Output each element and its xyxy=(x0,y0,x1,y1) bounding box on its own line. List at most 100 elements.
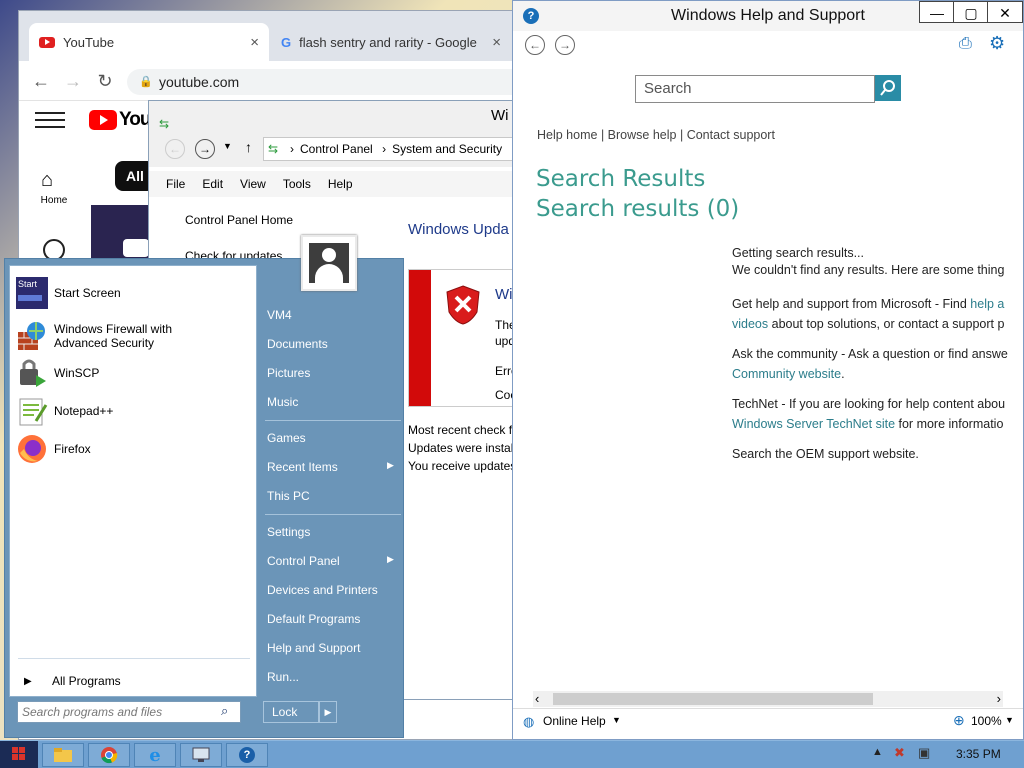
technet-site-link[interactable]: Windows Server TechNet site xyxy=(732,417,895,431)
menu-tools[interactable]: Tools xyxy=(283,171,311,197)
start-right-default-programs[interactable]: Default Programs xyxy=(267,607,401,631)
technet-paragraph: TechNet - If you are looking for help co… xyxy=(732,397,1006,411)
start-item-notepadpp[interactable]: Notepad++ xyxy=(16,394,113,428)
start-right-control-panel[interactable]: Control Panel xyxy=(267,549,401,573)
all-programs-button[interactable]: ▶ All Programs xyxy=(24,664,121,698)
videos-link[interactable]: videos xyxy=(732,317,768,331)
help-link[interactable]: help a xyxy=(970,297,1004,311)
start-right-games[interactable]: Games xyxy=(267,426,401,450)
submenu-arrow-icon: ▶ xyxy=(387,460,394,470)
internet-explorer-taskbar-icon[interactable]: e xyxy=(134,743,176,767)
triangle-right-icon: ▶ xyxy=(24,675,32,687)
hamburger-menu-icon[interactable] xyxy=(35,109,65,129)
alert-title: Wi xyxy=(495,286,513,303)
chevron-down-icon[interactable]: ▼ xyxy=(612,715,621,725)
close-button[interactable]: ✕ xyxy=(987,1,1023,23)
start-item-label: Advanced Security xyxy=(54,336,155,350)
maximize-button[interactable]: ▢ xyxy=(953,1,989,23)
cp-titlebar: ⇆ Wi xyxy=(149,101,517,131)
print-icon[interactable]: ⎙ xyxy=(959,35,972,53)
tray-show-hidden-icon[interactable]: ▲ xyxy=(872,746,883,758)
breadcrumb-control-panel[interactable]: Control Panel xyxy=(300,142,373,156)
firewall-icon xyxy=(16,320,48,352)
user-avatar[interactable] xyxy=(301,235,357,291)
tab-google-search[interactable]: G flash sentry and rarity - Google S × xyxy=(271,23,511,61)
start-item-firewall[interactable]: Windows Firewall with Advanced Security xyxy=(16,316,172,356)
search-icon[interactable]: ⌕ xyxy=(221,703,228,719)
lock-button[interactable]: Lock xyxy=(263,701,319,723)
breadcrumb[interactable]: ⇆ › Control Panel › System and Security xyxy=(263,137,523,161)
help-taskbar-icon[interactable]: ? xyxy=(226,743,268,767)
status-line: Most recent check f xyxy=(408,423,513,437)
chrome-taskbar-icon[interactable] xyxy=(88,743,130,767)
taskbar-clock[interactable]: 3:35 PM xyxy=(956,747,1001,761)
history-dropdown-icon[interactable]: ▼ xyxy=(223,141,232,151)
contact-support-link[interactable]: Contact support xyxy=(687,128,775,142)
start-right-recent-items[interactable]: Recent Items xyxy=(267,455,401,479)
start-right-devices-printers[interactable]: Devices and Printers xyxy=(267,578,401,602)
help-paragraph: videos about top solutions, or contact a… xyxy=(732,317,1005,331)
tab-title: YouTube xyxy=(63,34,115,50)
help-home-link[interactable]: Help home xyxy=(537,128,597,142)
minimize-button[interactable]: — xyxy=(919,1,955,23)
start-item-start-screen[interactable]: Start Start Screen xyxy=(16,276,121,310)
url-text: youtube.com xyxy=(159,74,240,90)
start-item-firefox[interactable]: Firefox xyxy=(16,432,91,466)
start-right-settings[interactable]: Settings xyxy=(267,520,401,544)
cp-home-link[interactable]: Control Panel Home xyxy=(185,213,293,227)
start-right-help-support[interactable]: Help and Support xyxy=(267,636,401,660)
update-alert-box: Wi The upd Erro Coc xyxy=(408,269,520,407)
start-right-music[interactable]: Music xyxy=(267,390,401,414)
start-item-label: Start Screen xyxy=(54,286,121,300)
help-forward-icon[interactable]: → xyxy=(555,35,575,55)
search-button[interactable] xyxy=(875,75,901,101)
winscp-icon xyxy=(16,357,48,389)
start-item-winscp[interactable]: WinSCP xyxy=(16,356,99,390)
forward-arrow-icon[interactable]: → xyxy=(63,71,83,91)
back-icon[interactable]: ← xyxy=(165,139,185,159)
start-right-pictures[interactable]: Pictures xyxy=(267,361,401,385)
chrome-toolbar: ← → ↻ 🔒 youtube.com xyxy=(19,61,527,101)
home-icon[interactable]: ⌂ xyxy=(41,169,67,193)
browse-help-link[interactable]: Browse help xyxy=(608,128,677,142)
lock-icon: 🔒 xyxy=(139,76,153,88)
help-back-icon[interactable]: ← xyxy=(525,35,545,55)
tab-youtube[interactable]: YouTube × xyxy=(29,23,269,61)
help-search-input[interactable]: Search xyxy=(635,75,875,103)
menu-view[interactable]: View xyxy=(240,171,266,197)
menu-file[interactable]: File xyxy=(166,171,185,197)
chevron-down-icon[interactable]: ▼ xyxy=(1005,715,1014,725)
up-arrow-icon[interactable]: ↑ xyxy=(245,139,252,155)
start-right-this-pc[interactable]: This PC xyxy=(267,484,401,508)
zoom-level[interactable]: 100% xyxy=(971,714,1002,728)
online-help-dropdown[interactable]: Online Help xyxy=(543,714,606,728)
settings-gear-icon[interactable]: ⚙ xyxy=(989,33,1005,54)
cp-heading: Windows Upda xyxy=(408,221,509,238)
menu-edit[interactable]: Edit xyxy=(202,171,223,197)
back-arrow-icon[interactable]: ← xyxy=(31,71,51,91)
lock-options-arrow-icon[interactable]: ▶ xyxy=(319,701,337,723)
tray-action-center-icon[interactable]: ▣ xyxy=(918,745,930,761)
tab-close-button[interactable]: × xyxy=(492,34,501,51)
start-right-vm4[interactable]: VM4 xyxy=(267,303,401,327)
control-panel-taskbar-icon[interactable] xyxy=(180,743,222,767)
address-bar[interactable]: 🔒 youtube.com xyxy=(127,69,527,95)
reload-icon[interactable]: ↻ xyxy=(95,71,115,91)
start-right-run[interactable]: Run... xyxy=(267,665,401,689)
breadcrumb-system-security[interactable]: System and Security xyxy=(392,142,502,156)
tab-close-button[interactable]: × xyxy=(250,34,259,51)
menu-help[interactable]: Help xyxy=(328,171,353,197)
online-help-icon: ◍ xyxy=(523,714,535,729)
horizontal-scrollbar[interactable]: ‹ › xyxy=(533,691,1003,707)
all-programs-label: All Programs xyxy=(52,674,121,688)
tray-network-icon[interactable]: ✖ xyxy=(894,745,905,761)
scrollbar-thumb[interactable] xyxy=(553,693,873,705)
file-explorer-taskbar-icon[interactable] xyxy=(42,743,84,767)
start-button[interactable] xyxy=(0,741,38,768)
scroll-left-icon[interactable]: ‹ xyxy=(535,691,539,706)
scroll-right-icon[interactable]: › xyxy=(997,691,1001,706)
start-right-documents[interactable]: Documents xyxy=(267,332,401,356)
start-search-input[interactable]: Search programs and files xyxy=(17,701,241,723)
community-website-link[interactable]: Community website xyxy=(732,367,841,381)
forward-icon[interactable]: → xyxy=(195,139,215,159)
